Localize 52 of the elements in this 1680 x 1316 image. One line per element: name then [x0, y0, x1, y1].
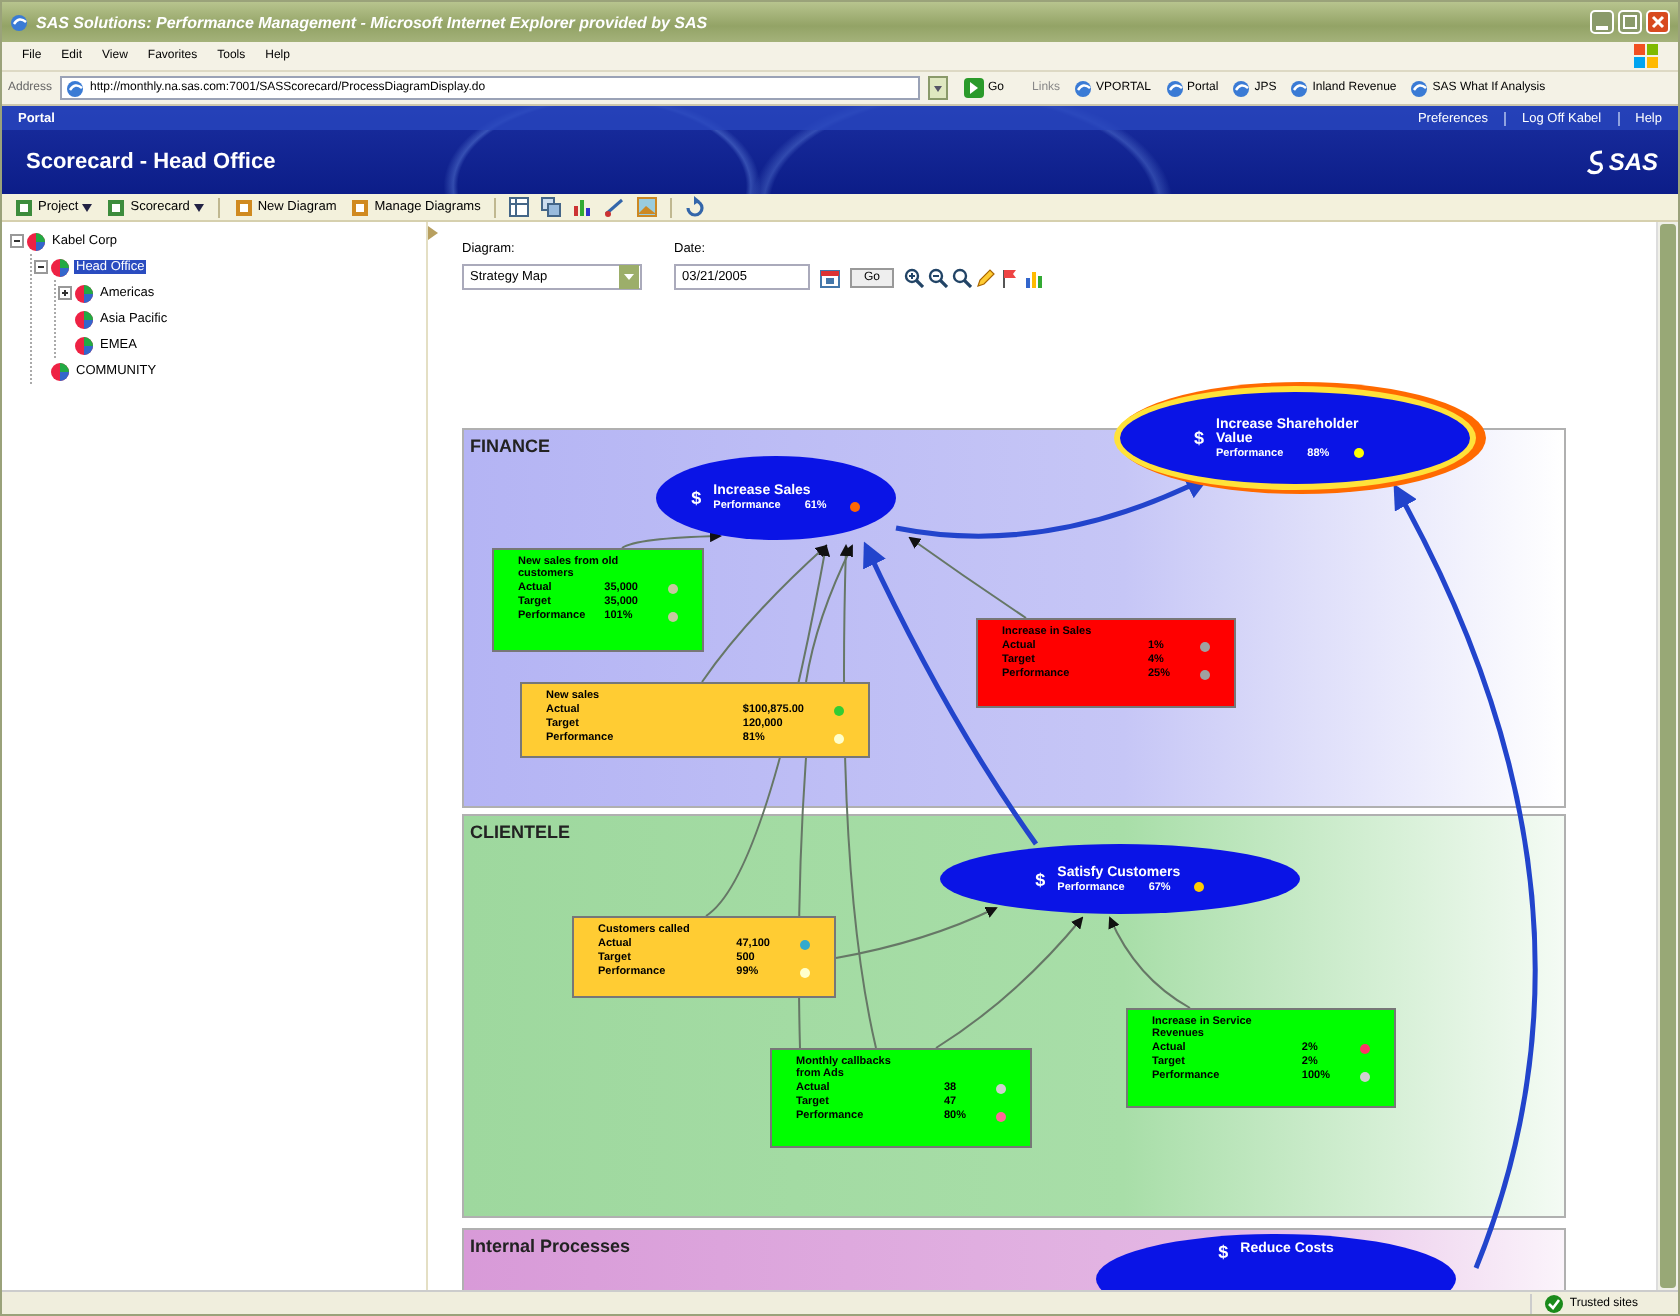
pie-chart-icon — [50, 361, 72, 381]
zoom-in-icon[interactable] — [904, 267, 925, 287]
logo-swoosh-icon — [1586, 148, 1607, 176]
globe-icon — [1410, 79, 1429, 97]
pie-chart-icon — [74, 309, 96, 329]
perspective-title: Internal Processes — [470, 1236, 631, 1256]
expand-icon[interactable] — [58, 286, 72, 300]
caret-icon — [82, 203, 93, 211]
caret-icon — [193, 203, 204, 211]
globe-icon — [66, 79, 85, 97]
pencil-icon[interactable] — [976, 267, 997, 287]
close-icon[interactable] — [1646, 10, 1670, 34]
minimize-icon[interactable] — [1590, 10, 1614, 34]
pie-chart-icon — [26, 231, 48, 251]
pie-chart-icon — [74, 335, 96, 355]
collapse-icon[interactable] — [10, 234, 24, 248]
search-icon[interactable] — [952, 267, 973, 287]
logo-text: SAS — [1608, 148, 1658, 176]
perspective-title: CLIENTELE — [470, 822, 571, 842]
table-icon[interactable] — [508, 196, 531, 218]
globe-icon — [1074, 79, 1093, 97]
globe-icon — [1232, 79, 1251, 97]
zoom-out-icon[interactable] — [928, 267, 949, 287]
pie-chart-icon — [50, 257, 72, 277]
picture-frame-icon[interactable] — [636, 196, 659, 218]
dollar-sign: $ — [691, 488, 702, 508]
document-icon — [14, 197, 34, 217]
collapse-icon[interactable] — [34, 260, 48, 274]
pie-chart-icon — [74, 283, 96, 303]
scrollbar[interactable] — [1656, 222, 1678, 1290]
page-title: Scorecard - Head Office — [26, 150, 276, 174]
dropdown-icon[interactable] — [928, 76, 949, 100]
maximize-icon[interactable] — [1618, 10, 1642, 34]
document-icon — [350, 197, 371, 217]
perspective-title: FINANCE — [470, 436, 550, 456]
refresh-icon[interactable] — [684, 196, 707, 218]
globe-icon — [10, 13, 28, 31]
chart-icon[interactable] — [572, 196, 595, 218]
calendar-icon[interactable] — [820, 267, 840, 287]
connector-icon[interactable] — [604, 196, 627, 218]
connector-arrow — [1108, 916, 1191, 1009]
dollar-sign: $ — [1193, 428, 1204, 448]
dollar-sign: $ — [1218, 1242, 1229, 1262]
globe-icon — [1165, 79, 1184, 97]
window-title: SAS Solutions: Performance Management - Microsoft Internet Explorer provided by SAS — [36, 13, 710, 31]
copy-icon[interactable] — [540, 196, 563, 218]
globe-icon — [1290, 79, 1309, 97]
dollar-sign: $ — [1035, 869, 1046, 889]
chart-icon[interactable] — [1024, 267, 1045, 287]
arrow-icon — [964, 78, 985, 98]
document-icon — [106, 197, 127, 217]
document-icon — [233, 197, 254, 217]
